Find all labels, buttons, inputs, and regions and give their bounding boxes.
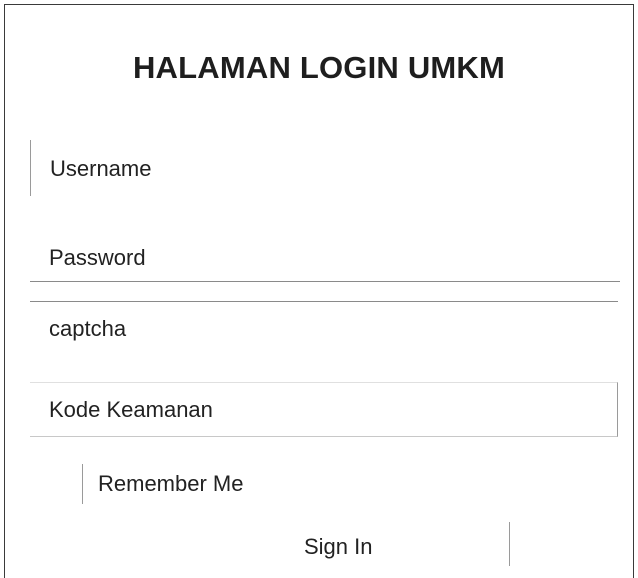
remember-me-checkbox[interactable] xyxy=(41,464,83,504)
password-field[interactable]: Password xyxy=(30,232,620,282)
password-placeholder: Password xyxy=(49,245,146,270)
sign-in-label: Sign In xyxy=(304,534,373,559)
username-field[interactable]: Username xyxy=(30,140,620,196)
captcha-image: captcha xyxy=(49,316,127,341)
username-placeholder: Username xyxy=(50,156,152,181)
page-title: HALAMAN LOGIN UMKM xyxy=(132,50,506,85)
divider xyxy=(30,301,618,302)
sign-in-button[interactable]: Sign In xyxy=(150,522,510,566)
security-code-placeholder: Kode Keamanan xyxy=(49,397,213,422)
remember-me-label[interactable]: Remember Me xyxy=(98,471,243,497)
security-code-field[interactable]: Kode Keamanan xyxy=(30,382,618,437)
